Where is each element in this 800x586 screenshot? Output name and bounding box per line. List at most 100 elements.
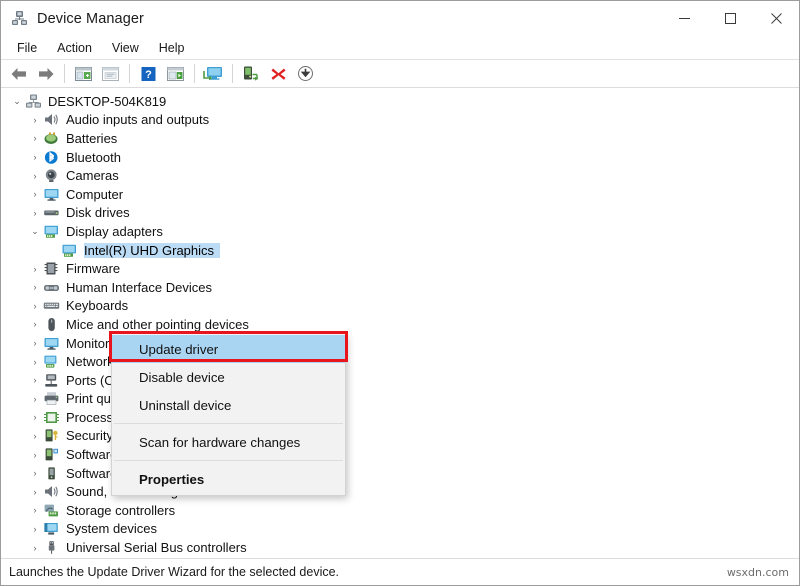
update-driver-icon: [244, 66, 259, 81]
chevron-right-icon[interactable]: ›: [27, 171, 43, 181]
tree-node-label: Firmware: [66, 261, 121, 277]
display-adapter-icon: [43, 224, 60, 239]
chevron-right-icon[interactable]: ›: [27, 468, 43, 478]
maximize-button[interactable]: [707, 1, 753, 36]
tree-node-label: Mice and other pointing devices: [66, 316, 249, 332]
tree-node-computer[interactable]: › Computer: [1, 185, 799, 204]
toolbar-separator: [129, 64, 130, 83]
chevron-right-icon[interactable]: ›: [27, 487, 43, 497]
tree-node-audio[interactable]: › Audio inputs and outputs: [1, 111, 799, 130]
tree-node-firmware[interactable]: › Firmware: [1, 259, 799, 278]
device-tree-pane[interactable]: ⌄ DESKTOP-504K819 › Audio inputs and out…: [1, 88, 799, 559]
disable-device-button[interactable]: [293, 62, 318, 86]
minimize-icon: [678, 18, 690, 19]
context-menu-separator: [114, 423, 343, 424]
show-hide-action-pane-button[interactable]: [163, 62, 188, 86]
window-controls: [661, 1, 799, 36]
action-pane-icon: [167, 66, 184, 81]
chevron-right-icon[interactable]: ›: [27, 450, 43, 460]
forward-icon: [38, 67, 53, 80]
tree-node-keyboards[interactable]: › Keyboards: [1, 297, 799, 316]
usb-icon: [43, 540, 60, 555]
chevron-right-icon[interactable]: ›: [27, 357, 43, 367]
chevron-right-icon[interactable]: ›: [27, 208, 43, 218]
speaker-icon: [43, 112, 60, 127]
chevron-right-icon[interactable]: ›: [27, 375, 43, 385]
chevron-right-icon[interactable]: ›: [27, 115, 43, 125]
ctx-properties[interactable]: Properties: [112, 465, 345, 493]
update-driver-button[interactable]: [239, 62, 264, 86]
tree-node-usb-controllers[interactable]: › Universal Serial Bus controllers: [1, 538, 799, 557]
device-manager-icon: [11, 10, 28, 27]
bluetooth-icon: [43, 150, 60, 165]
ctx-scan-hardware[interactable]: Scan for hardware changes: [112, 428, 345, 456]
menu-view[interactable]: View: [102, 38, 149, 58]
status-bar: Launches the Update Driver Wizard for th…: [1, 559, 799, 585]
chevron-right-icon[interactable]: ›: [27, 394, 43, 404]
tree-node-cameras[interactable]: › Cameras: [1, 166, 799, 185]
chevron-right-icon[interactable]: ›: [27, 431, 43, 441]
tree-node-mice[interactable]: › Mice and other pointing devices: [1, 315, 799, 334]
scan-for-hardware-changes-button[interactable]: [201, 62, 226, 86]
tree-node-intel-uhd-graphics[interactable]: Intel(R) UHD Graphics: [1, 241, 799, 260]
tree-node-label: Display adapters: [66, 223, 163, 239]
uninstall-device-button[interactable]: [266, 62, 291, 86]
chevron-right-icon[interactable]: ›: [27, 319, 43, 329]
tree-node-root[interactable]: ⌄ DESKTOP-504K819: [1, 92, 799, 111]
chevron-down-icon[interactable]: ⌄: [27, 226, 43, 237]
uninstall-x-icon: [271, 68, 286, 80]
chevron-right-icon[interactable]: ›: [27, 133, 43, 143]
menu-help[interactable]: Help: [149, 38, 195, 58]
chevron-right-icon[interactable]: ›: [27, 301, 43, 311]
port-icon: [43, 373, 60, 388]
menu-action[interactable]: Action: [47, 38, 102, 58]
back-icon: [11, 67, 26, 80]
tree-node-system-devices[interactable]: › System devices: [1, 520, 799, 539]
tree-node-disk-drives[interactable]: › Disk drives: [1, 204, 799, 223]
chevron-right-icon[interactable]: ›: [27, 524, 43, 534]
chevron-right-icon[interactable]: ›: [27, 264, 43, 274]
monitor-icon: [43, 187, 60, 202]
ctx-disable-device[interactable]: Disable device: [112, 363, 345, 391]
ctx-update-driver[interactable]: Update driver: [112, 335, 345, 363]
tree-node-label: Cameras: [66, 168, 119, 184]
tree-node-storage-controllers[interactable]: › Storage controllers: [1, 501, 799, 520]
chevron-right-icon[interactable]: ›: [27, 189, 43, 199]
forward-button[interactable]: [33, 62, 58, 86]
close-button[interactable]: [753, 1, 799, 36]
graphics-device-icon: [61, 243, 78, 258]
chevron-right-icon[interactable]: ›: [27, 412, 43, 422]
tree-node-batteries[interactable]: › Batteries: [1, 129, 799, 148]
window-title: Device Manager: [37, 10, 144, 27]
tree-node-label: DESKTOP-504K819: [48, 93, 167, 109]
menu-file[interactable]: File: [7, 38, 47, 58]
show-hide-console-tree-button[interactable]: [71, 62, 96, 86]
tree-node-label: Storage controllers: [66, 502, 176, 518]
chevron-right-icon[interactable]: ›: [27, 505, 43, 515]
tree-node-label: Bluetooth: [66, 149, 121, 165]
chevron-right-icon[interactable]: ›: [27, 338, 43, 348]
tree-node-hid[interactable]: › Human Interface Devices: [1, 278, 799, 297]
toolbar-separator: [232, 64, 233, 83]
menu-bar: File Action View Help: [1, 36, 799, 60]
toolbar: ?: [1, 60, 799, 88]
chevron-down-icon[interactable]: ⌄: [9, 96, 25, 107]
help-button[interactable]: ?: [136, 62, 161, 86]
tree-node-display-adapters[interactable]: ⌄ Display adapters: [1, 222, 799, 241]
chevron-right-icon[interactable]: ›: [27, 152, 43, 162]
tree-node-bluetooth[interactable]: › Bluetooth: [1, 148, 799, 167]
hid-icon: [43, 280, 60, 295]
console-tree-icon: [75, 66, 92, 81]
chevron-right-icon[interactable]: ›: [27, 543, 43, 553]
properties-icon: [102, 66, 119, 81]
context-menu-separator: [114, 460, 343, 461]
minimize-button[interactable]: [661, 1, 707, 36]
tree-node-label: Universal Serial Bus controllers: [66, 540, 247, 556]
scan-monitor-icon: [203, 67, 222, 81]
tree-node-label: Human Interface Devices: [66, 279, 212, 295]
properties-button[interactable]: [98, 62, 123, 86]
chevron-right-icon[interactable]: ›: [27, 282, 43, 292]
ctx-uninstall-device[interactable]: Uninstall device: [112, 391, 345, 419]
back-button[interactable]: [6, 62, 31, 86]
close-icon: [770, 13, 782, 24]
